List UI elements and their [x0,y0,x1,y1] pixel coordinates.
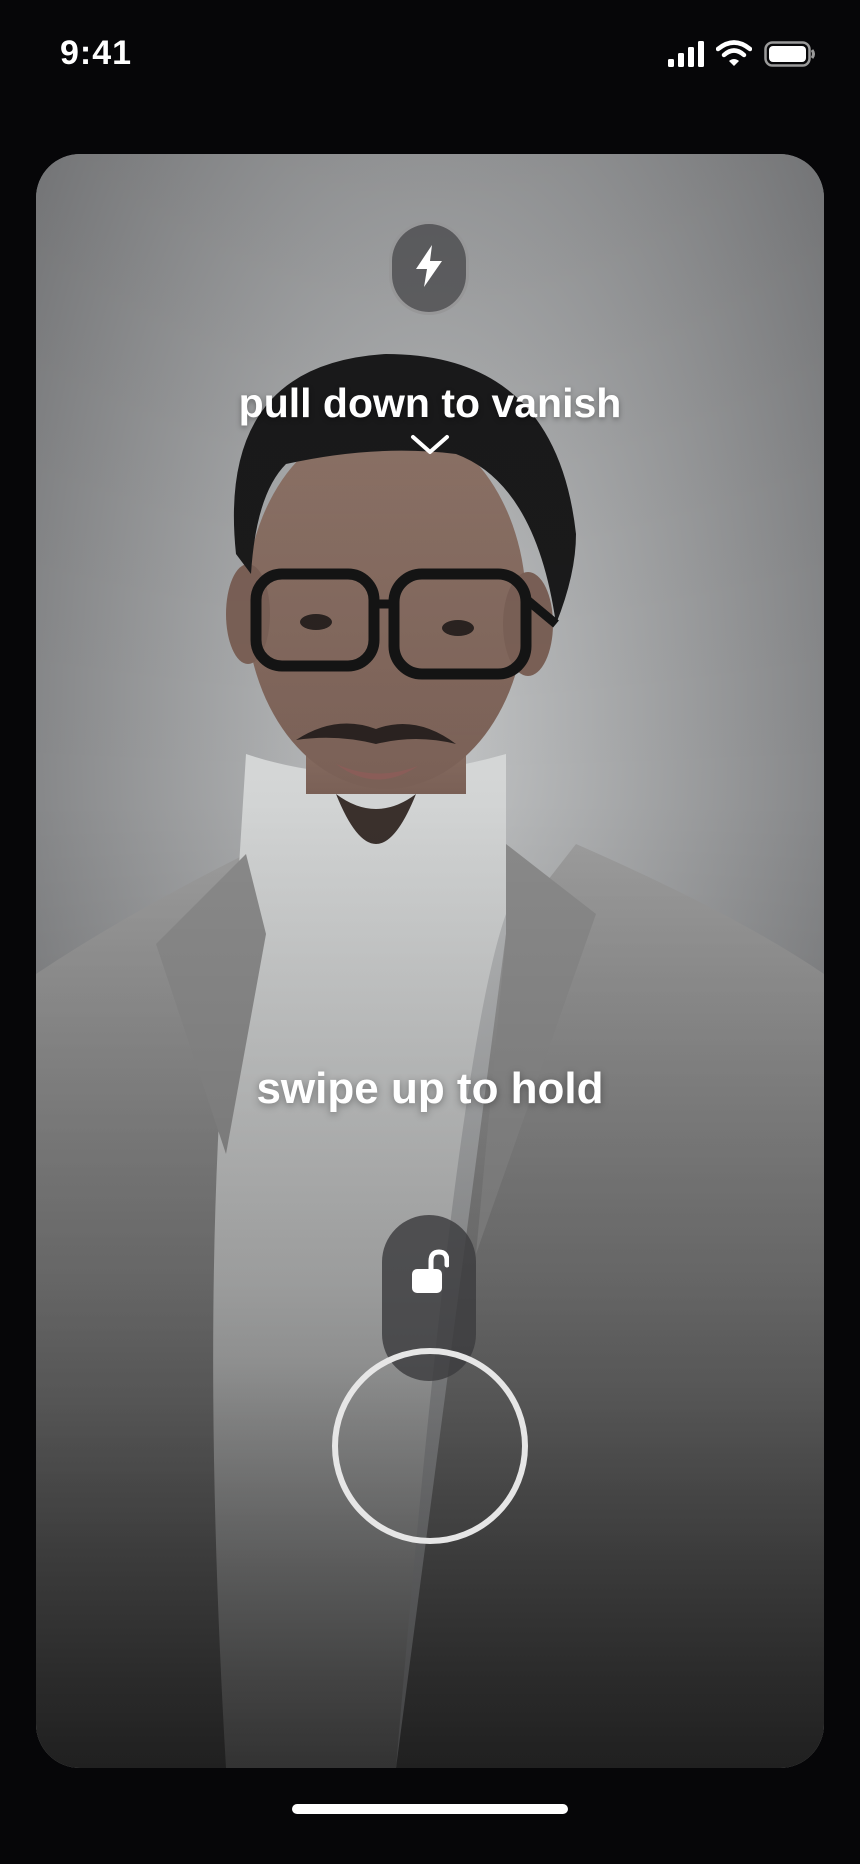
shutter-button[interactable] [332,1348,528,1544]
lightning-bolt-icon [414,244,444,292]
home-indicator[interactable] [292,1804,568,1814]
pull-down-hint: pull down to vanish [238,380,622,426]
status-time: 9:41 [60,34,133,72]
flash-button[interactable] [389,221,469,315]
battery-icon [764,41,816,72]
cellular-signal-icon [668,41,704,72]
status-bar: 9:41 [0,0,860,110]
camera-viewfinder[interactable]: pull down to vanish swipe up to hold [36,154,824,1768]
unlocked-padlock-icon [409,1249,450,1302]
status-icons [668,40,816,73]
wifi-icon [715,40,753,73]
chevron-down-icon [410,434,450,461]
swipe-up-hint: swipe up to hold [256,1064,604,1113]
